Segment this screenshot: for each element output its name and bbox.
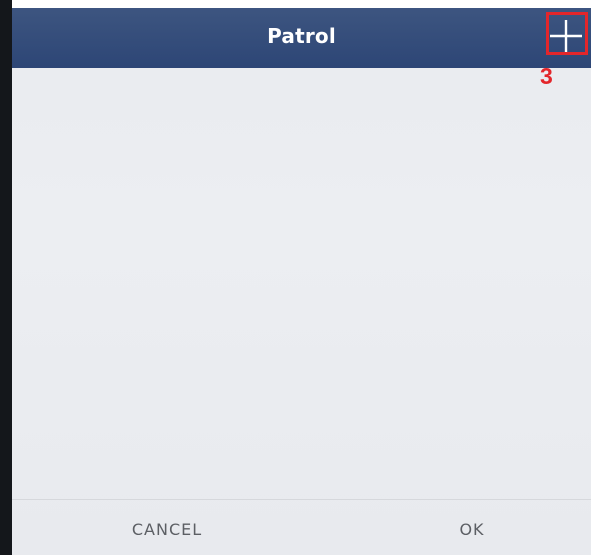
patrol-dialog: Patrol CANCEL OK [12, 8, 591, 555]
footer-divider [12, 499, 591, 500]
dialog-footer: CANCEL OK [12, 499, 591, 555]
cancel-button[interactable]: CANCEL [107, 515, 227, 545]
annotation-highlight-box [546, 12, 588, 55]
device-frame: Patrol CANCEL OK 3 [0, 0, 591, 555]
page-title: Patrol [267, 24, 336, 48]
ok-button[interactable]: OK [412, 515, 532, 545]
annotation-step-number: 3 [540, 63, 553, 89]
device-bezel [0, 0, 12, 555]
dialog-header: Patrol [12, 8, 591, 68]
